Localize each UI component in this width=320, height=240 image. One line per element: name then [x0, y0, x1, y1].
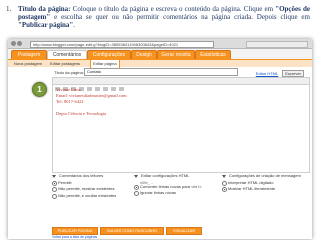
- browser-bar: http://www.blogger.com/page-edit.g?blogI…: [8, 39, 312, 49]
- comment-option-hide-keep[interactable]: Não permitir, mostrar existentes: [52, 186, 132, 193]
- blogger-screenshot: http://www.blogger.com/page-edit.g?blogI…: [8, 39, 312, 239]
- publish-page-button[interactable]: PUBLICAR PÁGINA: [52, 227, 98, 235]
- forward-icon[interactable]: [17, 41, 22, 46]
- page-content-editor[interactable]: Viviane Lima Email: vivianeuliadmaster@g…: [52, 84, 310, 173]
- browser-nav-buttons[interactable]: [11, 41, 25, 46]
- sub-tab-bar: Nova postagem Editar postagens Editar pá…: [8, 59, 312, 68]
- html-option-ignore[interactable]: Ignorar linhas novas: [134, 190, 216, 197]
- main-tab-bar: Postagem Comentários Configurações Desig…: [8, 49, 312, 59]
- back-icon[interactable]: [11, 41, 16, 46]
- content-line: Viviane Lima: [56, 87, 81, 92]
- tab-postagem[interactable]: Postagem: [11, 50, 47, 59]
- radio-icon[interactable]: [52, 180, 57, 186]
- html-settings-title[interactable]: Editar configurações HTML: [134, 173, 216, 179]
- comment-option-hide-all[interactable]: Não permitir, e ocultar existentes: [52, 193, 132, 199]
- tab-configuracoes[interactable]: Configurações: [87, 50, 131, 59]
- subtab-editar-postagens[interactable]: Editar postagens: [48, 60, 82, 67]
- comments-options-title[interactable]: Comentários dos leitores: [52, 173, 132, 179]
- compose-option-interpret[interactable]: Interpretar HTML digitado: [222, 180, 306, 186]
- page-title-input[interactable]: Contato: [84, 68, 238, 76]
- radio-icon[interactable]: [134, 191, 139, 197]
- subtab-nova-postagem[interactable]: Nova postagem: [12, 60, 44, 67]
- address-bar[interactable]: http://www.blogger.com/page-edit.g?blogI…: [30, 41, 214, 48]
- radio-icon[interactable]: [222, 187, 227, 193]
- compose-settings: Configurações de criação de mensagem Int…: [222, 173, 306, 194]
- radio-icon[interactable]: [52, 187, 57, 193]
- radio-icon[interactable]: [222, 180, 227, 186]
- browser-search-box[interactable]: [246, 41, 308, 48]
- edit-html-link[interactable]: Editar HTML: [256, 71, 278, 76]
- instruction-quote-publicar: "Publicar página": [18, 21, 74, 30]
- instruction-text-c: .: [73, 21, 76, 30]
- instruction-text-b: e escolha se quer ou não permitir coment…: [50, 13, 310, 22]
- page-title-label: Título da página:: [54, 70, 84, 75]
- compose-mode-button[interactable]: Escrever: [282, 70, 304, 77]
- save-draft-button[interactable]: SALVAR COMO RASCUNHO: [100, 227, 164, 235]
- instruction-number: 1.: [6, 5, 12, 13]
- content-line: Depto Ciência e Tecnologia: [56, 111, 106, 116]
- comments-options: Comentários dos leitores Permitir Não pe…: [52, 173, 132, 200]
- compose-settings-title[interactable]: Configurações de criação de mensagem: [222, 173, 306, 179]
- page-editor: Título da página: Contato Editar HTML Esc…: [52, 68, 310, 231]
- preview-button[interactable]: VISUALIZAR: [166, 227, 202, 235]
- html-settings: Editar configurações HTML nl2br_ ... Con…: [134, 173, 216, 198]
- content-line: Tel: 8017-6422: [56, 99, 84, 104]
- tab-comentarios[interactable]: Comentários: [47, 50, 87, 59]
- radio-icon[interactable]: [52, 193, 57, 199]
- post-options-panel: Comentários dos leitores Permitir Não pe…: [52, 173, 308, 224]
- tab-design[interactable]: Design: [131, 50, 157, 59]
- step-number-badge: 1: [32, 82, 47, 97]
- instruction-text-a: Coloque o título da página e escreva o c…: [70, 5, 276, 13]
- tab-gerar-receita[interactable]: Gerar receita: [157, 50, 195, 59]
- comment-option-allow[interactable]: Permitir: [52, 180, 132, 186]
- instruction-paragraph: 1. Título da página: Coloque o título da…: [6, 5, 310, 30]
- html-option-convert[interactable]: Converter linhas novas para <br />: [134, 184, 216, 190]
- content-line: Email: vivianeuliadmaster@gmail.com: [56, 93, 127, 98]
- subtab-editar-pagina[interactable]: Editar página: [90, 59, 120, 68]
- radio-icon[interactable]: [134, 184, 139, 190]
- back-to-pages-link[interactable]: Voltar para a lista de páginas: [52, 235, 97, 239]
- instruction-label: Título da página:: [18, 5, 71, 13]
- compose-option-literal[interactable]: Mostrar HTML literalmente: [222, 186, 306, 193]
- editor-mode-switch: Editar HTML Escrever: [256, 70, 304, 77]
- tab-estatisticas[interactable]: Estatísticas: [195, 50, 231, 59]
